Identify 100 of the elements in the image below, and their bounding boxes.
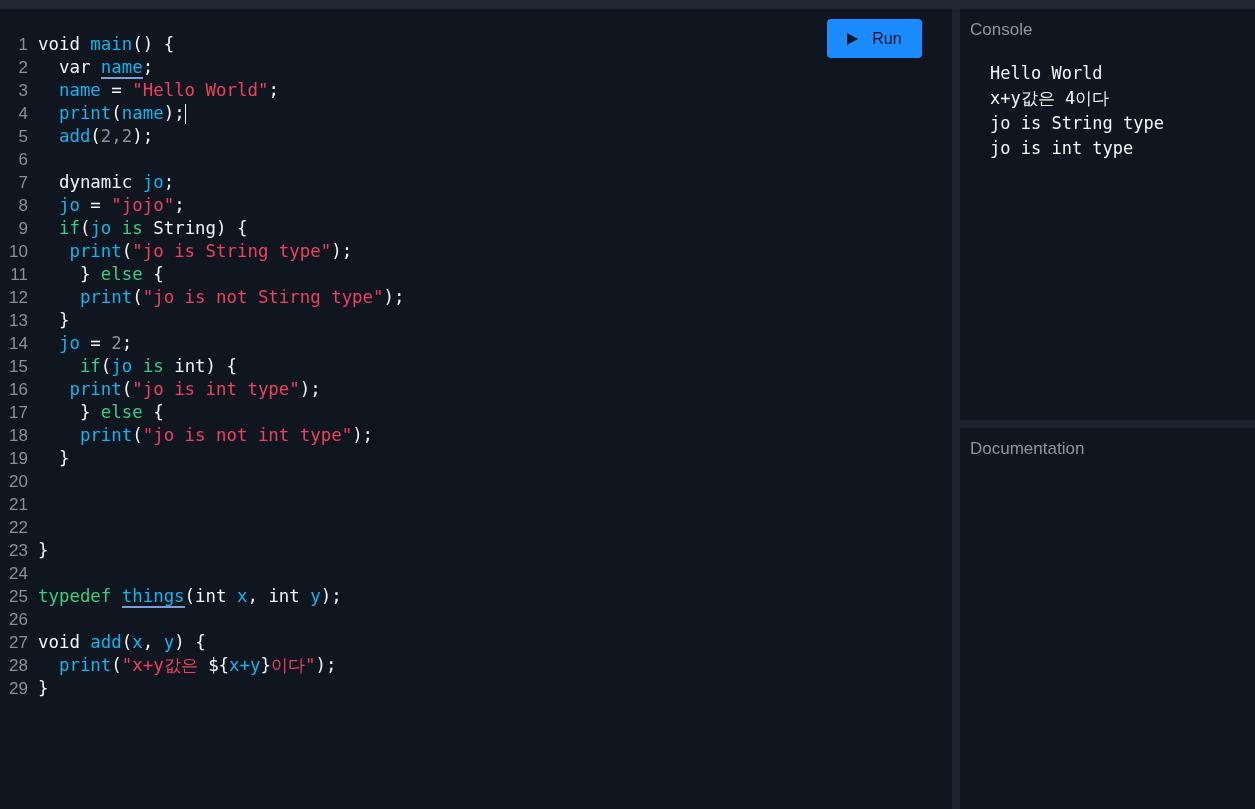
- code-token: (: [111, 654, 122, 677]
- highlighted-identifier: things: [121, 585, 185, 608]
- code-token: "jo is not Stirng type": [142, 286, 384, 309]
- line-number: 17: [8, 402, 29, 424]
- code-token: (: [121, 240, 133, 263]
- code-token: print: [78, 424, 133, 447]
- code-token: ${: [208, 654, 230, 677]
- line-number: 19: [8, 448, 29, 470]
- run-button[interactable]: Run: [827, 19, 922, 58]
- code-token: name: [57, 79, 101, 102]
- code-token: ;: [142, 56, 154, 79]
- code-token: String) {: [153, 217, 248, 240]
- code-token: int) {: [174, 355, 237, 378]
- code-token: (: [121, 631, 133, 654]
- code-token: "Hello World": [132, 79, 269, 102]
- code-token: "jo is String type": [132, 240, 332, 263]
- code-token: print: [57, 102, 112, 125]
- code-token: jo: [142, 171, 164, 194]
- code-token: (: [111, 102, 122, 125]
- code-token: ;: [121, 332, 133, 355]
- code-token: print: [78, 286, 133, 309]
- code-token: () {: [132, 33, 175, 56]
- code-token: );: [163, 102, 185, 125]
- line-number: 27: [8, 632, 29, 654]
- code-token: }: [38, 677, 49, 700]
- code-token: x+y: [229, 654, 261, 677]
- code-token: (: [121, 378, 133, 401]
- code-token: else: [100, 263, 143, 286]
- code-token: }: [57, 447, 70, 470]
- line-number: 11: [9, 264, 29, 286]
- code-token: jo: [90, 217, 112, 240]
- code-editor[interactable]: [0, 9, 952, 809]
- code-token: }: [57, 309, 70, 332]
- code-token: , int: [247, 585, 301, 608]
- line-number: 14: [8, 333, 29, 355]
- text-cursor: [184, 103, 186, 124]
- line-number: 13: [8, 310, 29, 332]
- code-token: "jo is not int type": [142, 424, 353, 447]
- code-token: "x+y값은: [121, 654, 199, 677]
- code-token: "jo is int type": [132, 378, 300, 401]
- code-token: is: [141, 355, 165, 378]
- code-token: void: [38, 33, 81, 56]
- line-number: 24: [8, 563, 29, 585]
- console-output: jo is String type: [990, 112, 1165, 135]
- line-number: 22: [8, 517, 29, 539]
- code-token: void: [38, 631, 81, 654]
- panel-title: Console: [970, 20, 1034, 40]
- line-number: 25: [8, 586, 29, 608]
- code-token: 2: [111, 332, 122, 355]
- line-number: 2: [17, 57, 29, 79]
- code-token: (: [132, 286, 143, 309]
- code-token: }: [38, 539, 49, 562]
- code-token: y: [163, 631, 175, 654]
- code-token: 2,2: [100, 125, 133, 148]
- console-output: x+y값은 4이다: [990, 87, 1111, 110]
- code-token: (: [100, 355, 112, 378]
- code-token: );: [315, 654, 337, 677]
- console-output: jo is int type: [990, 137, 1135, 160]
- code-token: =: [89, 332, 102, 355]
- code-token: typedef: [38, 585, 113, 608]
- line-number: 8: [17, 195, 29, 217]
- code-token: jo: [57, 332, 80, 355]
- code-token: );: [299, 378, 321, 401]
- line-number: 20: [8, 471, 29, 493]
- code-token: );: [352, 424, 374, 447]
- code-token: {: [152, 263, 164, 286]
- code-token: add: [57, 125, 91, 148]
- code-token: "jojo": [111, 194, 175, 217]
- code-token: ;: [174, 194, 185, 217]
- code-token: (: [79, 217, 91, 240]
- line-number: 26: [8, 609, 29, 631]
- code-token: x: [236, 585, 248, 608]
- line-number: 29: [8, 678, 29, 700]
- code-token: {: [152, 401, 164, 424]
- line-number: 28: [8, 655, 29, 677]
- line-number: 1: [17, 34, 29, 56]
- code-token: is: [120, 217, 144, 240]
- code-token: 이다": [271, 654, 316, 677]
- code-token: ;: [268, 79, 279, 102]
- code-token: main: [90, 33, 133, 56]
- panel-title: Documentation: [970, 439, 1086, 459]
- code-token: ;: [163, 171, 175, 194]
- code-token: x: [132, 631, 143, 654]
- code-token: print: [68, 378, 122, 401]
- line-number: 6: [17, 149, 29, 171]
- line-number: 18: [8, 425, 29, 447]
- line-number: 4: [17, 103, 29, 125]
- code-token: (: [90, 125, 101, 148]
- code-token: jo: [111, 355, 133, 378]
- line-number: 7: [17, 172, 29, 194]
- highlighted-identifier: name: [100, 56, 143, 79]
- code-token: );: [331, 240, 353, 263]
- code-token: ,: [142, 631, 155, 654]
- line-number: 3: [17, 80, 29, 102]
- line-number: 15: [8, 356, 29, 378]
- line-number: 5: [17, 126, 29, 148]
- code-token: add: [90, 631, 122, 654]
- code-token: var: [57, 56, 92, 79]
- code-token: (: [132, 424, 143, 447]
- line-number: 9: [17, 218, 29, 240]
